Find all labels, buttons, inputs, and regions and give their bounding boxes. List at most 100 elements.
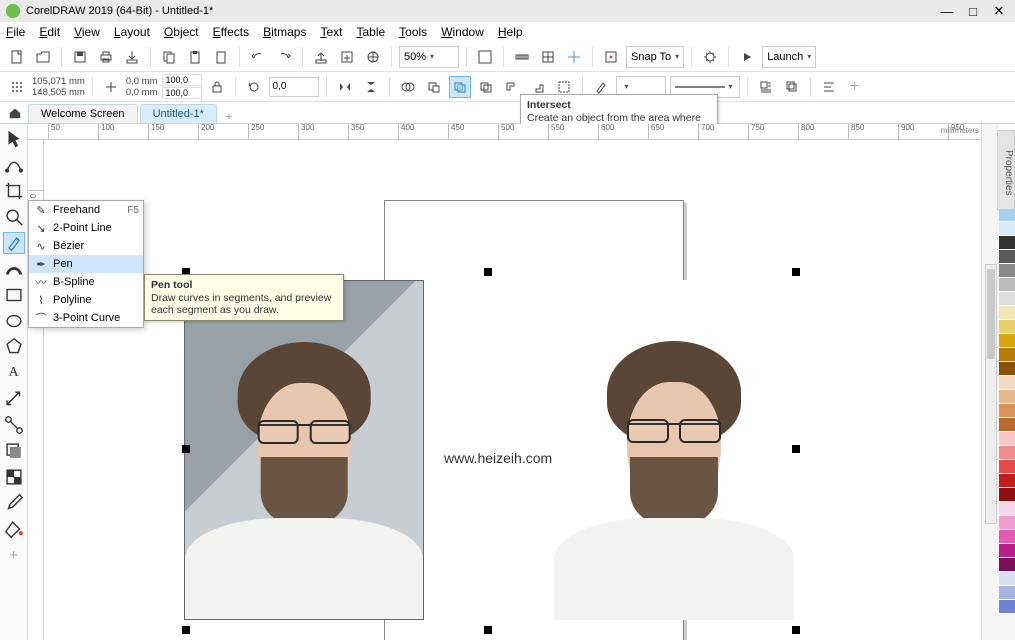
color-swatch[interactable]: [999, 390, 1015, 404]
lock-ratio-icon[interactable]: [206, 76, 228, 98]
color-swatch[interactable]: [999, 600, 1015, 614]
fill-tool-icon[interactable]: [3, 518, 25, 540]
scale-x[interactable]: 100,0: [162, 74, 202, 86]
clipboard-icon[interactable]: [210, 46, 232, 68]
export-icon[interactable]: [121, 46, 143, 68]
tab-welcome[interactable]: Welcome Screen: [28, 104, 138, 123]
eyedropper-icon[interactable]: [3, 492, 25, 514]
color-swatch[interactable]: [999, 278, 1015, 292]
ruler-horizontal[interactable]: 5010015020025030035040045050055060065070…: [28, 124, 981, 140]
show-grid-icon[interactable]: [537, 46, 559, 68]
scale-y[interactable]: 100,0: [162, 87, 202, 99]
zoom-tool-icon[interactable]: [3, 206, 25, 228]
properties-docker-tab[interactable]: Properties: [997, 130, 1015, 210]
freehand-tool-icon[interactable]: [3, 232, 25, 254]
flyout-bspline[interactable]: 〰 B-Spline: [29, 273, 143, 291]
flyout-polyline[interactable]: ⌇ Polyline: [29, 291, 143, 309]
rectangle-tool-icon[interactable]: [3, 284, 25, 306]
trim-icon[interactable]: [423, 76, 445, 98]
flyout-pen[interactable]: ✒ Pen: [29, 255, 143, 273]
artistic-media-icon[interactable]: [3, 258, 25, 280]
show-guides-icon[interactable]: [563, 46, 585, 68]
weld-icon[interactable]: [397, 76, 419, 98]
polygon-tool-icon[interactable]: [3, 336, 25, 358]
plus-tool-icon[interactable]: +: [3, 544, 25, 566]
selection-handle[interactable]: [182, 626, 190, 634]
menu-effects[interactable]: Effects: [213, 25, 249, 39]
menu-window[interactable]: Window: [441, 25, 484, 39]
flyout-freehand[interactable]: ✎ Freehand F5: [29, 201, 143, 219]
color-swatch[interactable]: [999, 292, 1015, 306]
color-swatch[interactable]: [999, 432, 1015, 446]
color-swatch[interactable]: [999, 446, 1015, 460]
print-icon[interactable]: [95, 46, 117, 68]
color-swatch[interactable]: [999, 572, 1015, 586]
undo-icon[interactable]: [247, 46, 269, 68]
photo-cutout[interactable]: [554, 280, 794, 620]
shape-tool-icon[interactable]: [3, 154, 25, 176]
color-swatch[interactable]: [999, 236, 1015, 250]
show-rulers-icon[interactable]: [511, 46, 533, 68]
new-icon[interactable]: [6, 46, 28, 68]
close-button[interactable]: ✕: [989, 3, 1009, 19]
color-swatch[interactable]: [999, 474, 1015, 488]
snap-options-icon[interactable]: [600, 46, 622, 68]
maximize-button[interactable]: □: [963, 3, 983, 19]
color-swatch[interactable]: [999, 320, 1015, 334]
color-swatch[interactable]: [999, 460, 1015, 474]
intersect-icon[interactable]: [449, 76, 471, 98]
transparency-tool-icon[interactable]: [3, 466, 25, 488]
flyout-2point-line[interactable]: ↘ 2-Point Line: [29, 219, 143, 237]
photo-original[interactable]: [184, 280, 424, 620]
y-position[interactable]: 148,505 mm: [32, 87, 85, 98]
color-swatch[interactable]: [999, 586, 1015, 600]
menu-bitmaps[interactable]: Bitmaps: [263, 25, 306, 39]
selection-handle[interactable]: [792, 626, 800, 634]
color-swatch[interactable]: [999, 488, 1015, 502]
plus-icon[interactable]: +: [844, 76, 866, 98]
menu-table[interactable]: Table: [356, 25, 385, 39]
open-icon[interactable]: [32, 46, 54, 68]
launch-dropdown[interactable]: Launch: [762, 46, 816, 68]
ellipse-tool-icon[interactable]: [3, 310, 25, 332]
save-icon[interactable]: [69, 46, 91, 68]
publish-icon[interactable]: [362, 46, 384, 68]
menu-tools[interactable]: Tools: [399, 25, 427, 39]
parallel-dimension-icon[interactable]: [3, 388, 25, 410]
drop-shadow-icon[interactable]: [3, 440, 25, 462]
selection-handle[interactable]: [182, 445, 190, 453]
color-swatch[interactable]: [999, 250, 1015, 264]
menu-object[interactable]: Object: [164, 25, 199, 39]
color-swatch[interactable]: [999, 516, 1015, 530]
selection-handle[interactable]: [484, 268, 492, 276]
simplify-icon[interactable]: [475, 76, 497, 98]
home-tab-icon[interactable]: [6, 104, 24, 122]
color-swatch[interactable]: [999, 558, 1015, 572]
flyout-3point-curve[interactable]: ⌒ 3-Point Curve: [29, 309, 143, 327]
color-swatch[interactable]: [999, 376, 1015, 390]
scrollbar-thumb[interactable]: [987, 269, 995, 359]
menu-text[interactable]: Text: [320, 25, 342, 39]
menu-help[interactable]: Help: [498, 25, 523, 39]
zoom-level[interactable]: 50%: [399, 46, 459, 68]
color-swatch[interactable]: [999, 348, 1015, 362]
rotation-angle[interactable]: 0,0: [269, 77, 319, 97]
flyout-bezier[interactable]: ∿ Bézier: [29, 237, 143, 255]
object-width[interactable]: 0,0 mm: [126, 76, 158, 87]
text-tool-icon[interactable]: A: [3, 362, 25, 384]
crop-tool-icon[interactable]: [3, 180, 25, 202]
selection-handle[interactable]: [792, 445, 800, 453]
object-height[interactable]: 0,0 mm: [126, 87, 158, 98]
to-front-icon[interactable]: [781, 76, 803, 98]
tab-document[interactable]: Untitled-1*: [140, 104, 217, 123]
snap-to-dropdown[interactable]: Snap To: [626, 46, 684, 68]
color-swatch[interactable]: [999, 362, 1015, 376]
export2-icon[interactable]: [336, 46, 358, 68]
x-position[interactable]: 105,071 mm: [32, 76, 85, 87]
color-swatch[interactable]: [999, 208, 1015, 222]
align-icon[interactable]: [818, 76, 840, 98]
connector-tool-icon[interactable]: [3, 414, 25, 436]
color-swatch[interactable]: [999, 418, 1015, 432]
menu-layout[interactable]: Layout: [114, 25, 150, 39]
pick-tool-icon[interactable]: [3, 128, 25, 150]
